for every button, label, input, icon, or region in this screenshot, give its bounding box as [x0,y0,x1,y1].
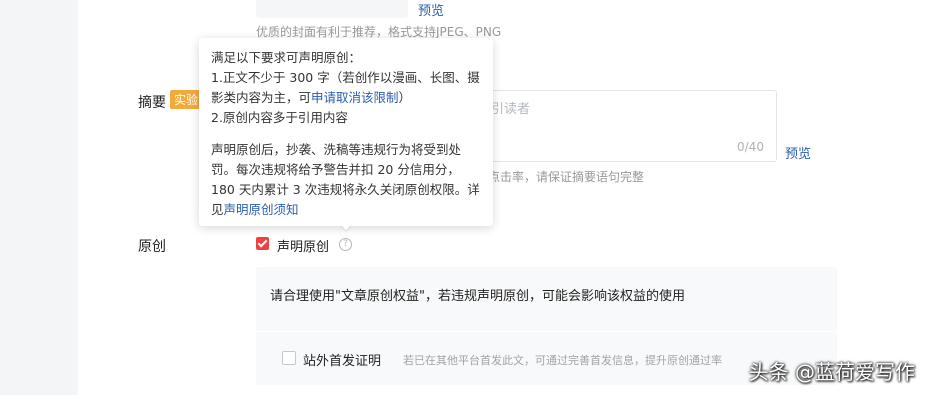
summary-hint: 点击率，请保证摘要语句完整 [488,170,645,184]
cover-preview-link[interactable]: 预览 [418,0,444,19]
first-publish-checkbox[interactable] [282,351,296,365]
requirement-1-suffix: ） [398,90,412,105]
summary-label: 摘要 [138,95,166,111]
first-publish-label[interactable]: 站外首发证明 [303,350,381,369]
experiment-badge: 实验 [170,90,203,109]
tooltip-arrow [340,224,352,230]
declare-original-label[interactable]: 声明原创 [277,236,329,255]
cover-image-box[interactable] [256,0,408,18]
request-remove-limit-link[interactable]: 申请取消该限制 [311,90,399,105]
tooltip-requirement-2: 2.原创内容多于引用内容 [211,110,348,125]
first-publish-description: 若已在其他平台首发此文，可通过完善首发信息，提升原创通过率 [403,354,722,367]
tooltip-requirement-1: 1.正文不少于 300 字（若创作以漫画、长图、摄影类内容为主，可申请取消该限制… [211,68,481,108]
summary-preview-link[interactable]: 预览 [785,143,811,162]
original-rights-notice: 请合理使用"文章原创权益"，若违规声明原创，可能会影响该权益的使用 [270,289,685,304]
watermark: 头条 @蓝荷爱写作 [748,360,915,384]
original-guidelines-link[interactable]: 声明原创须知 [224,202,299,217]
tooltip-penalty: 声明原创后，抄袭、洗稿等违规行为将受到处罚。每次违规将给予警告并扣 20 分信用… [211,140,481,220]
help-icon[interactable]: ? [339,238,352,251]
divider [256,331,837,332]
original-label: 原创 [138,239,166,255]
tooltip-heading: 满足以下要求可声明原创： [211,50,362,65]
declare-original-checkbox[interactable] [256,237,269,250]
summary-char-count: 0/40 [737,140,764,154]
original-requirements-tooltip: 满足以下要求可声明原创： 1.正文不少于 300 字（若创作以漫画、长图、摄影类… [199,38,493,226]
